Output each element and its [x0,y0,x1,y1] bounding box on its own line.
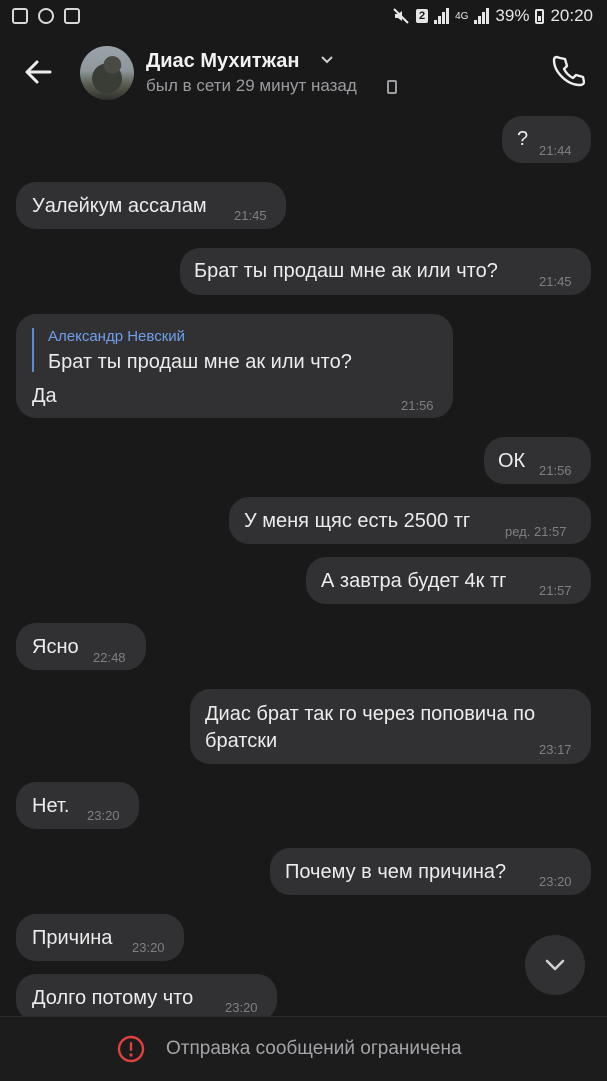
messaging-restricted-bar: Отправка сообщений ограничена [0,1016,607,1081]
sim-badge: 2 [415,9,429,23]
message-bubble-out[interactable]: Диас брат так го через поповича по братс… [190,689,591,764]
phone-icon[interactable] [551,54,585,88]
network-type: 4G [455,10,469,22]
contact-name[interactable]: Диас Мухитжан [146,50,299,73]
gallery-icon [12,8,28,24]
chat-header: Диас Мухитжан был в сети 29 минут назад [0,34,607,110]
message-time: 21:45 [539,274,572,289]
mobile-device-icon [387,80,397,94]
message-text: Нет. [32,795,70,817]
battery-percent: 39% [495,6,530,25]
signal-icon [434,8,450,24]
message-time: 23:20 [132,940,165,955]
back-arrow-icon[interactable] [20,54,56,90]
message-text: Ясно [32,636,79,658]
message-time: 21:56 [539,463,572,478]
message-time: 21:44 [539,143,572,158]
message-bubble-in[interactable]: Долго потому что 23:20 [16,974,277,1021]
whatsapp-icon [38,8,54,24]
message-text: ОК [498,450,526,472]
message-text: Брат ты продаш мне ак или что? [194,260,498,282]
message-bubble-out[interactable]: Брат ты продаш мне ак или что? 21:45 [180,248,591,295]
message-text-line2: братски [205,730,278,752]
message-text: У меня щяс есть 2500 тг [244,510,471,532]
status-bar: 2 4G 39% 20:20 [0,0,607,34]
message-time: 23:17 [539,742,572,757]
avatar[interactable] [80,46,134,100]
message-time: 21:57 [539,583,572,598]
message-time: 22:48 [93,650,126,665]
message-bubble-in[interactable]: Нет. 23:20 [16,782,139,829]
message-time: 21:45 [234,208,267,223]
message-bubble-in[interactable]: Причина 23:20 [16,914,184,961]
message-text: ? [517,128,529,150]
restriction-notice: Отправка сообщений ограничена [166,1038,462,1059]
message-bubble-out[interactable]: А завтра будет 4к тг 21:57 [306,557,591,604]
message-text: Да [32,385,57,407]
battery-icon [535,8,545,24]
message-text: Причина [32,927,113,949]
message-bubble-out[interactable]: ? 21:44 [502,116,591,163]
message-bubble-in[interactable]: Уалейкум ассалам 21:45 [16,182,286,229]
message-bubble-in[interactable]: Ясно 22:48 [16,623,146,670]
chevron-down-icon[interactable] [320,54,334,64]
last-seen-status: был в сети 29 минут назад [146,76,357,95]
signal-icon-2 [474,8,490,24]
message-bubble-out[interactable]: У меня щяс есть 2500 тг ред. 21:57 [229,497,591,544]
message-bubble-in-reply[interactable]: Александр Невский Брат ты продаш мне ак … [16,314,453,418]
message-bubble-out[interactable]: ОК 21:56 [484,437,591,484]
message-text: Почему в чем причина? [285,861,507,883]
clock: 20:20 [550,6,593,25]
message-time-edited: ред. 21:57 [505,524,567,539]
message-time: 23:20 [87,808,120,823]
mute-icon [393,8,409,24]
message-bubble-out[interactable]: Почему в чем причина? 23:20 [270,848,591,895]
reply-quote-bar [32,328,34,372]
reply-quote-text: Брат ты продаш мне ак или что? [48,351,352,373]
message-time: 23:20 [225,1000,258,1015]
message-time: 21:56 [401,398,434,413]
message-time: 23:20 [539,874,572,889]
reply-author[interactable]: Александр Невский [48,328,185,345]
alert-circle-icon [117,1035,145,1063]
message-text-line1: Диас брат так го через поповича по [205,703,536,725]
message-text: Долго потому что [32,987,194,1009]
scroll-to-bottom-button[interactable] [525,935,585,995]
checkbox-icon [64,8,80,24]
message-text: Уалейкум ассалам [32,195,207,217]
message-text: А завтра будет 4к тг [321,570,507,592]
chevron-down-icon [545,959,565,971]
